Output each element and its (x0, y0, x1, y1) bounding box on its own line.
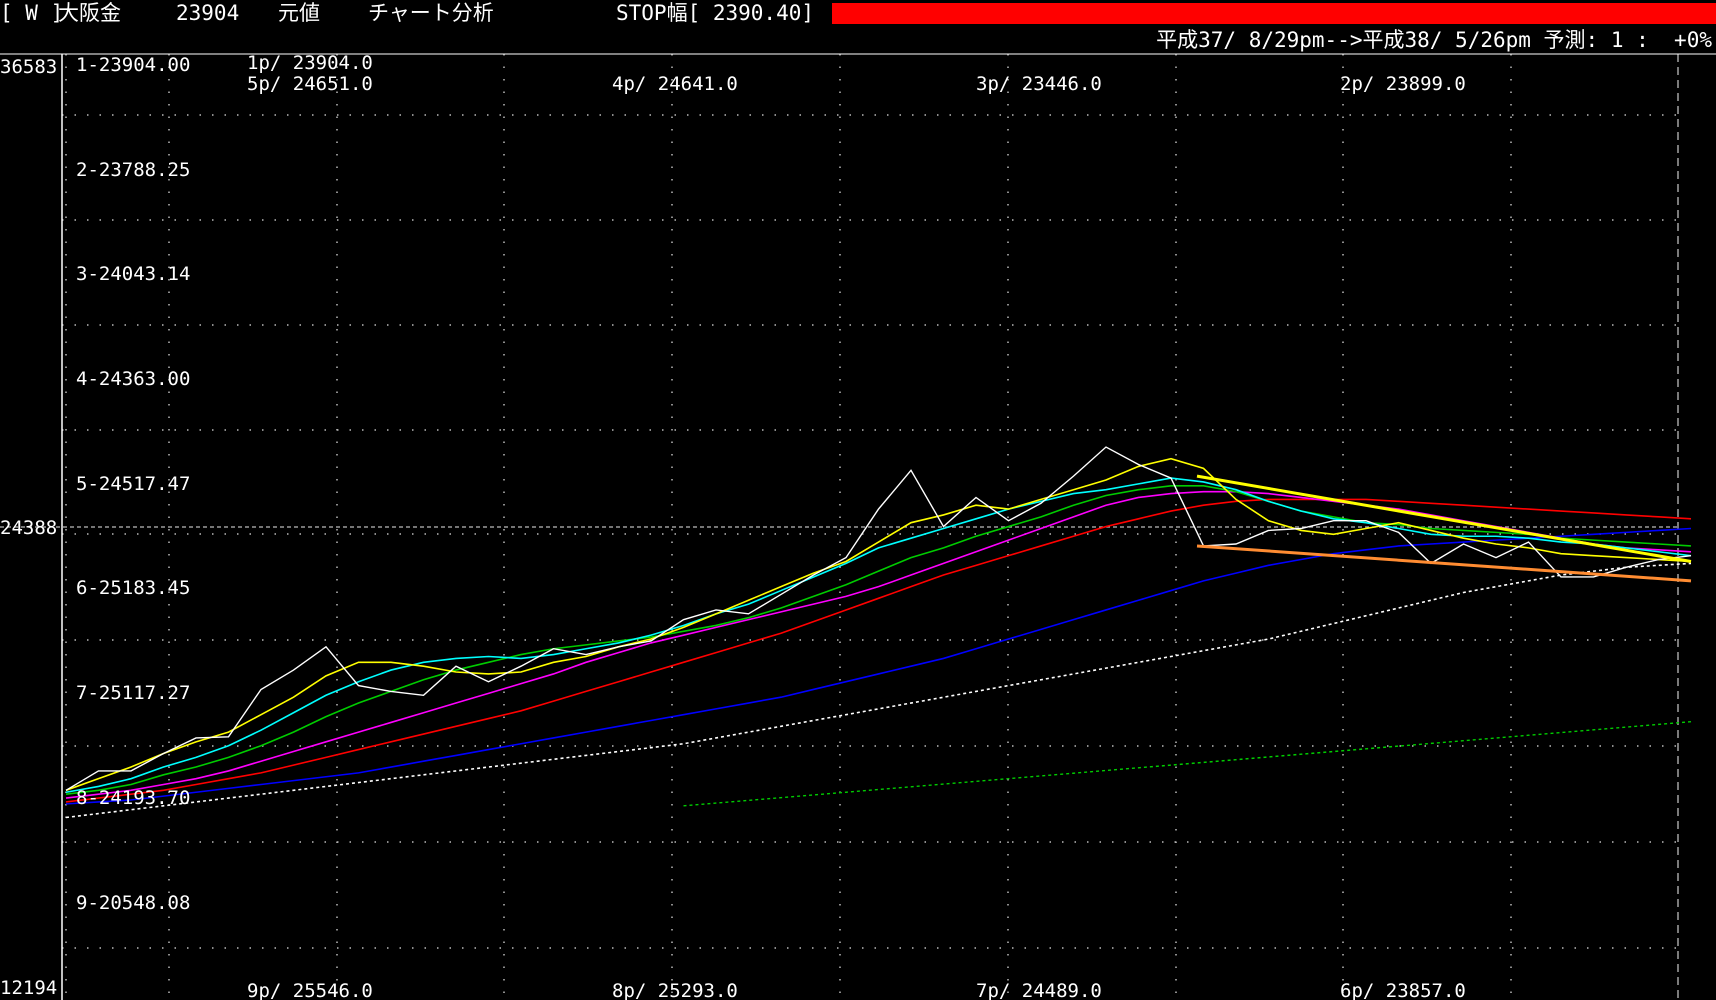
point-label-bottom: 6p/ 23857.0 (1340, 980, 1466, 1000)
band-label: 2-23788.25 (76, 159, 190, 181)
band-label: 5-24517.47 (76, 473, 190, 495)
point-label-bottom: 7p/ 24489.0 (976, 980, 1102, 1000)
series-line-ma5 (65, 498, 1692, 803)
band-label: 8-24193.70 (76, 787, 190, 809)
chart-labels: 36583 24388 12194 1-23904.00 2-23788.25 3-240… (0, 52, 1466, 1000)
point-label-bottom: 9p/ 25546.0 (247, 980, 373, 1000)
y-axis-mid-label: 24388 (0, 517, 57, 539)
band-label: 9-20548.08 (76, 892, 190, 914)
price-chart[interactable]: 36583 24388 12194 1-23904.00 2-23788.25 3-240… (0, 0, 1716, 1000)
point-label-bottom: 8p/ 25293.0 (612, 980, 738, 1000)
trendline-trend_upper (1196, 474, 1692, 563)
point-label-top: 5p/ 24651.0 (247, 73, 373, 95)
band-label: 3-24043.14 (76, 263, 190, 285)
point-label-top: 2p/ 23899.0 (1340, 73, 1466, 95)
point-label-top: 1p/ 23904.0 (247, 52, 373, 74)
trendline-trend_lower (1196, 544, 1692, 583)
series-line-price (65, 446, 1692, 791)
series-line-ma8 (683, 720, 1692, 807)
band-label: 4-24363.00 (76, 368, 190, 390)
band-label: 6-25183.45 (76, 577, 190, 599)
band-label: 1-23904.00 (76, 54, 190, 76)
band-label: 7-25117.27 (76, 682, 190, 704)
chart-series (65, 446, 1692, 819)
series-line-ma4 (65, 490, 1692, 799)
point-label-top: 3p/ 23446.0 (976, 73, 1102, 95)
y-axis-min-label: 12194 (0, 977, 57, 999)
series-line-ma3 (65, 485, 1692, 795)
point-label-top: 4p/ 24641.0 (612, 73, 738, 95)
series-line-ma2 (65, 477, 1692, 794)
chart-grid (0, 54, 1679, 1000)
series-line-ma6 (65, 527, 1692, 805)
y-axis-max-label: 36583 (0, 56, 57, 78)
